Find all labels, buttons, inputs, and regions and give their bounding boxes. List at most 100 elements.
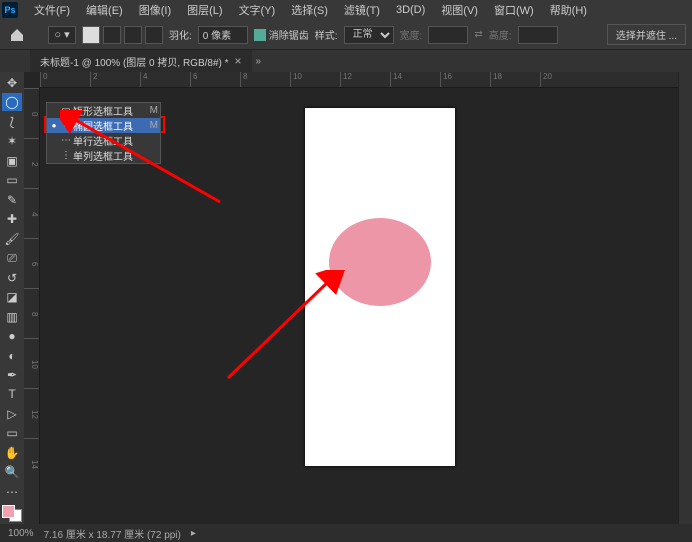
menu-file[interactable]: 文件(F)	[26, 0, 78, 20]
antialias-option[interactable]: 消除锯齿	[254, 27, 309, 42]
foreground-swatch[interactable]	[2, 505, 15, 518]
tool-lasso[interactable]: ⟅	[2, 113, 22, 130]
tool-stamp[interactable]: ⎚	[2, 249, 22, 266]
tool-eyedropper[interactable]: ✎	[2, 191, 22, 208]
tool-dodge[interactable]: ◐	[2, 347, 22, 364]
tool-gradient[interactable]: ▥	[2, 308, 22, 325]
tool-move[interactable]: ✥	[2, 74, 22, 91]
tool-crop[interactable]: ▣	[2, 152, 22, 169]
menu-bar: Ps 文件(F) 编辑(E) 图像(I) 图层(L) 文字(Y) 选择(S) 滤…	[0, 0, 692, 20]
menu-help[interactable]: 帮助(H)	[542, 0, 595, 20]
selection-subtract[interactable]	[124, 26, 142, 44]
brush-icon: 🖌	[4, 232, 19, 246]
eyedropper-icon: ✎	[7, 193, 17, 207]
tool-heal[interactable]: ✚	[2, 210, 22, 227]
lasso-icon: ⟅	[10, 115, 15, 129]
flyout-single-row-marquee[interactable]: ⋯ 单行选框工具	[47, 133, 160, 148]
tool-shape[interactable]: ▭	[2, 425, 22, 442]
tool-brush[interactable]: 🖌	[2, 230, 22, 247]
gradient-icon: ▥	[6, 310, 17, 324]
tool-text[interactable]: T	[2, 386, 22, 403]
hand-icon: ✋	[5, 446, 20, 460]
selection-add[interactable]	[103, 26, 121, 44]
eraser-icon: ◪	[6, 290, 17, 304]
text-icon: T	[8, 387, 15, 401]
single-row-icon: ⋯	[59, 135, 73, 146]
menu-image[interactable]: 图像(I)	[131, 0, 179, 20]
tool-path[interactable]: ▷	[2, 405, 22, 422]
tab-overflow-icon[interactable]: »	[256, 56, 262, 67]
tool-history-brush[interactable]: ↺	[2, 269, 22, 286]
tool-preset-picker[interactable]: ○ ▾	[48, 26, 76, 44]
shape-icon: ▭	[6, 426, 17, 440]
blur-icon: ●	[8, 329, 15, 343]
ruler-vertical: 02468101214	[24, 88, 40, 524]
menu-layer[interactable]: 图层(L)	[179, 0, 230, 20]
tool-blur[interactable]: ●	[2, 327, 22, 344]
menu-type[interactable]: 文字(Y)	[231, 0, 284, 20]
select-and-mask-button[interactable]: 选择并遮住 ...	[607, 24, 686, 45]
width-label: 宽度:	[400, 27, 423, 42]
flyout-single-column-marquee[interactable]: ⋮ 单列选框工具	[47, 148, 160, 163]
width-input	[428, 26, 468, 44]
marquee-tool-flyout: ▭ 矩形选框工具 M ● ○ 椭圆选框工具 M ⋯ 单行选框工具	[46, 102, 161, 164]
tool-marquee[interactable]: ◯	[2, 93, 22, 110]
style-select[interactable]: 正常	[344, 26, 394, 44]
tool-edit-toolbar[interactable]: ⋯	[2, 483, 22, 500]
app-logo: Ps	[2, 2, 18, 18]
selection-new[interactable]	[82, 26, 100, 44]
selection-intersect[interactable]	[145, 26, 163, 44]
color-swatches[interactable]	[2, 505, 22, 522]
options-bar: ○ ▾ 羽化: 消除锯齿 样式: 正常 宽度: ⇄ 高度: 选择并遮住 ...	[0, 20, 692, 50]
main-area: ✥ ◯ ⟅ ✶ ▣ ▭ ✎ ✚ 🖌 ⎚ ↺ ◪ ▥ ● ◐ ✒ T ▷ ▭ ✋ …	[0, 72, 692, 524]
menu-select[interactable]: 选择(S)	[283, 0, 336, 20]
document-tab[interactable]: 未标题-1 @ 100% (图层 0 拷贝, RGB/8#) * ×	[30, 50, 252, 72]
tool-frame[interactable]: ▭	[2, 171, 22, 188]
status-caret-icon[interactable]: ▸	[191, 528, 196, 539]
style-label: 样式:	[315, 27, 338, 42]
tool-zoom[interactable]: 🔍	[2, 464, 22, 481]
pen-icon: ✒	[7, 368, 17, 382]
history-brush-icon: ↺	[7, 271, 17, 285]
tool-hand[interactable]: ✋	[2, 444, 22, 461]
document-tab-bar: 未标题-1 @ 100% (图层 0 拷贝, RGB/8#) * × »	[0, 50, 692, 72]
feather-input[interactable]	[198, 26, 248, 44]
tool-eraser[interactable]: ◪	[2, 288, 22, 305]
menu-edit[interactable]: 编辑(E)	[78, 0, 131, 20]
tool-pen[interactable]: ✒	[2, 366, 22, 383]
move-icon: ✥	[7, 76, 17, 90]
path-icon: ▷	[7, 407, 16, 421]
dodge-icon: ◐	[8, 349, 15, 363]
home-button[interactable]	[6, 24, 28, 46]
frame-icon: ▭	[6, 173, 17, 187]
ellipsis-icon: ⋯	[6, 485, 18, 499]
menu-view[interactable]: 视图(V)	[433, 0, 486, 20]
menu-3d[interactable]: 3D(D)	[388, 2, 433, 18]
flyout-label: 单列选框工具	[73, 148, 146, 163]
ellipse-marquee-icon: ◯	[5, 95, 18, 109]
collapsed-panels[interactable]	[678, 72, 692, 524]
flyout-label: 矩形选框工具	[73, 103, 146, 118]
close-tab-icon[interactable]: ×	[235, 54, 242, 68]
flyout-elliptical-marquee[interactable]: ● ○ 椭圆选框工具 M	[47, 118, 160, 133]
height-label: 高度:	[489, 27, 512, 42]
toolbox: ✥ ◯ ⟅ ✶ ▣ ▭ ✎ ✚ 🖌 ⎚ ↺ ◪ ▥ ● ◐ ✒ T ▷ ▭ ✋ …	[0, 72, 24, 524]
tool-quick-select[interactable]: ✶	[2, 132, 22, 149]
swap-wh-icon: ⇄	[474, 29, 482, 40]
canvas-area[interactable]: 02468101214161820 02468101214 ▭ 矩形选框工具 M…	[24, 72, 678, 524]
canvas-viewport[interactable]: ▭ 矩形选框工具 M ● ○ 椭圆选框工具 M ⋯ 单行选框工具	[40, 88, 678, 524]
zoom-level[interactable]: 100%	[8, 528, 34, 539]
flyout-rectangular-marquee[interactable]: ▭ 矩形选框工具 M	[47, 103, 160, 118]
flyout-shortcut: M	[146, 105, 158, 116]
status-bar: 100% 7.16 厘米 x 18.77 厘米 (72 ppi) ▸	[0, 524, 692, 542]
flyout-label: 单行选框工具	[73, 133, 146, 148]
menu-filter[interactable]: 滤镜(T)	[336, 0, 388, 20]
stamp-icon: ⎚	[7, 251, 17, 266]
canvas-document[interactable]	[305, 108, 455, 466]
menu-window[interactable]: 窗口(W)	[486, 0, 542, 20]
antialias-check-icon	[254, 29, 266, 41]
selection-mode-group	[82, 26, 163, 44]
flyout-shortcut: M	[146, 120, 158, 131]
antialias-label: 消除锯齿	[269, 27, 309, 42]
ruler-horizontal: 02468101214161820	[40, 72, 678, 88]
